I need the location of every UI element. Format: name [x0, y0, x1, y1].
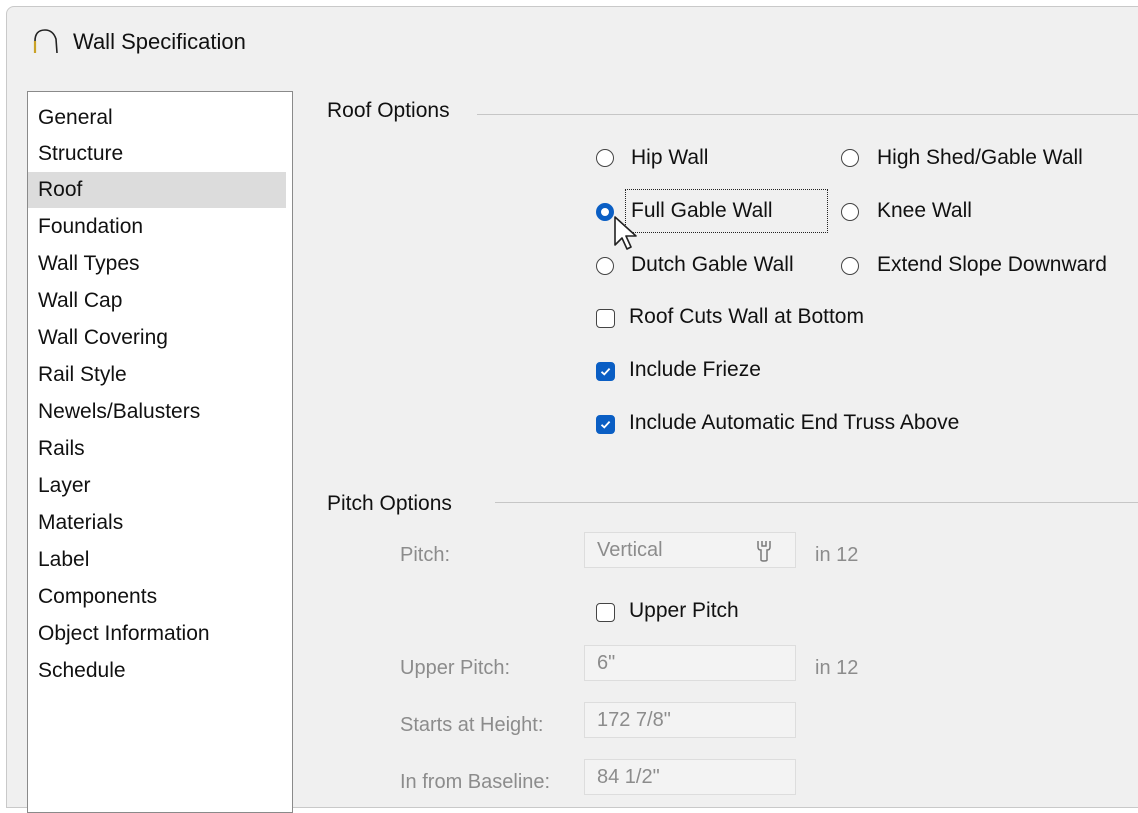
dialog-title: Wall Specification [73, 29, 246, 54]
include-frieze-checkbox[interactable] [596, 362, 615, 381]
pitch-options-divider [495, 502, 1138, 503]
nav-item-wall-types[interactable]: Wall Types [28, 246, 286, 282]
nav-item-schedule[interactable]: Schedule [28, 653, 286, 689]
hip-wall-radio[interactable] [596, 149, 614, 167]
nav-item-rail-style[interactable]: Rail Style [28, 357, 286, 393]
extend-slope-downward-label[interactable]: Extend Slope Downward [877, 253, 1107, 277]
nav-item-object-information[interactable]: Object Information [28, 616, 286, 652]
upper-pitch-label: Upper Pitch: [400, 657, 511, 679]
in-from-baseline-label: In from Baseline: [400, 771, 551, 793]
include-end-truss-checkbox[interactable] [596, 415, 615, 434]
extend-slope-downward-radio[interactable] [841, 257, 859, 275]
upper-pitch-value: 6" [597, 652, 616, 674]
checkmark-icon [600, 420, 611, 429]
pitch-label: Pitch: [400, 544, 451, 566]
wall-specification-dialog: Wall Specification General Structure Roo… [6, 6, 1138, 813]
upper-pitch-unit: in 12 [815, 657, 859, 679]
nav-item-materials[interactable]: Materials [28, 505, 286, 541]
include-end-truss-label[interactable]: Include Automatic End Truss Above [629, 411, 959, 435]
nav-item-components[interactable]: Components [28, 579, 286, 615]
starts-at-height-label: Starts at Height: [400, 714, 544, 736]
wrench-icon[interactable] [753, 539, 775, 563]
starts-at-height-field[interactable]: 172 7/8" [584, 702, 796, 738]
hip-wall-label[interactable]: Hip Wall [631, 146, 708, 170]
nav-item-layer[interactable]: Layer [28, 468, 286, 504]
nav-item-wall-covering[interactable]: Wall Covering [28, 320, 286, 356]
roof-options-divider [477, 114, 1138, 115]
in-from-baseline-field[interactable]: 84 1/2" [584, 759, 796, 795]
upper-pitch-checkbox[interactable] [596, 603, 615, 622]
category-list[interactable]: General Structure Roof Foundation Wall T… [27, 91, 293, 813]
pitch-value: Vertical [597, 539, 663, 561]
high-shed-gable-wall-label[interactable]: High Shed/Gable Wall [877, 146, 1083, 170]
nav-item-general[interactable]: General [28, 100, 286, 136]
pitch-options-group-label: Pitch Options [327, 492, 462, 516]
high-shed-gable-wall-radio[interactable] [841, 149, 859, 167]
pitch-field[interactable]: Vertical [584, 532, 796, 568]
in-from-baseline-value: 84 1/2" [597, 766, 660, 788]
mouse-pointer-icon [614, 216, 637, 250]
full-gable-wall-label[interactable]: Full Gable Wall [631, 199, 773, 223]
nav-item-wall-cap[interactable]: Wall Cap [28, 283, 286, 319]
roof-cuts-wall-checkbox[interactable] [596, 309, 615, 328]
nav-item-foundation[interactable]: Foundation [28, 209, 286, 245]
knee-wall-label[interactable]: Knee Wall [877, 199, 972, 223]
nav-item-roof[interactable]: Roof [28, 172, 286, 208]
nav-item-newels-balusters[interactable]: Newels/Balusters [28, 394, 286, 430]
knee-wall-radio[interactable] [841, 203, 859, 221]
checkmark-icon [600, 367, 611, 376]
nav-item-label[interactable]: Label [28, 542, 286, 578]
upper-pitch-field[interactable]: 6" [584, 645, 796, 681]
nav-item-structure[interactable]: Structure [28, 136, 286, 172]
wall-arch-icon [33, 29, 58, 54]
starts-at-height-value: 172 7/8" [597, 709, 671, 731]
dutch-gable-wall-label[interactable]: Dutch Gable Wall [631, 253, 794, 277]
full-gable-wall-radio[interactable] [596, 203, 614, 221]
upper-pitch-checkbox-label[interactable]: Upper Pitch [629, 599, 739, 623]
roof-cuts-wall-label[interactable]: Roof Cuts Wall at Bottom [629, 305, 864, 329]
pitch-unit: in 12 [815, 544, 859, 566]
roof-options-group-label: Roof Options [327, 99, 460, 123]
dutch-gable-wall-radio[interactable] [596, 257, 614, 275]
include-frieze-label[interactable]: Include Frieze [629, 358, 761, 382]
nav-item-rails[interactable]: Rails [28, 431, 286, 467]
title-bar: Wall Specification [7, 7, 1138, 77]
